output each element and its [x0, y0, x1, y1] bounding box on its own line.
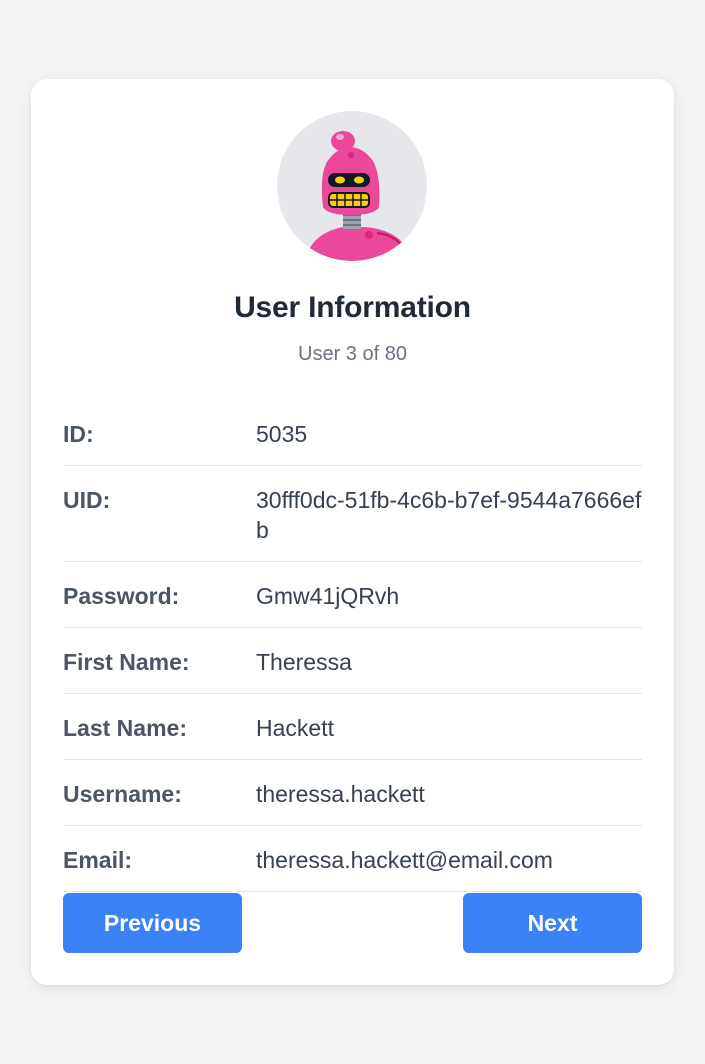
field-row-first-name: First Name: Theressa — [63, 628, 642, 694]
field-value: 5035 — [256, 421, 308, 447]
field-value: theressa.hackett@email.com — [256, 847, 553, 873]
field-label: ID: — [63, 421, 94, 447]
avatar — [277, 111, 427, 261]
field-row-uid: UID: 30fff0dc-51fb-4c6b-b7ef-9544a7666ef… — [63, 466, 642, 562]
field-label: First Name: — [63, 649, 190, 675]
field-value: Gmw41jQRvh — [256, 583, 400, 609]
page-title: User Information — [234, 291, 471, 324]
robot-avatar-icon — [305, 131, 413, 261]
field-row-password: Password: Gmw41jQRvh — [63, 562, 642, 628]
field-value: 30fff0dc-51fb-4c6b-b7ef-9544a7666efb — [256, 487, 642, 543]
next-button[interactable]: Next — [463, 893, 642, 953]
field-row-email: Email: theressa.hackett@email.com — [63, 826, 642, 892]
user-counter: User 3 of 80 — [298, 343, 407, 365]
field-row-id: ID: 5035 — [63, 400, 642, 466]
user-details-list: ID: 5035 UID: 30fff0dc-51fb-4c6b-b7ef-95… — [63, 400, 642, 892]
field-label: Email: — [63, 847, 133, 873]
field-value: Theressa — [256, 649, 352, 675]
field-label: Username: — [63, 781, 182, 807]
previous-button[interactable]: Previous — [63, 893, 242, 953]
field-label: Password: — [63, 583, 180, 609]
field-row-last-name: Last Name: Hackett — [63, 694, 642, 760]
field-row-username: Username: theressa.hackett — [63, 760, 642, 826]
user-info-card: User Information User 3 of 80 ID: 5035 U… — [31, 79, 674, 985]
field-label: Last Name: — [63, 715, 187, 741]
field-value: theressa.hackett — [256, 781, 425, 807]
field-label: UID: — [63, 487, 111, 513]
field-value: Hackett — [256, 715, 334, 741]
